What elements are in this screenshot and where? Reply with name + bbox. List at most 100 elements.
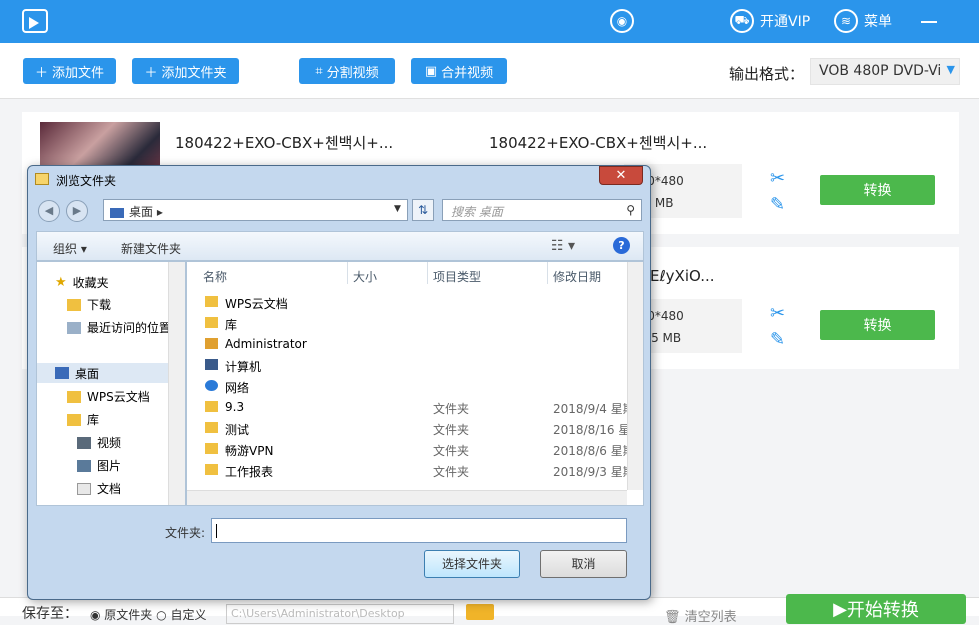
picture-library-icon: [77, 459, 91, 472]
list-item[interactable]: 测试 文件夹 2018/8/16 星: [187, 418, 630, 438]
nav-downloads[interactable]: 下载: [67, 296, 111, 313]
column-name[interactable]: 名称: [203, 268, 227, 285]
list-item[interactable]: 计算机: [187, 355, 627, 375]
refresh-button[interactable]: ⇅: [412, 199, 434, 221]
organize-menu[interactable]: 组织 ▾: [53, 240, 87, 257]
desktop-icon: [55, 367, 69, 379]
split-video-button[interactable]: ⌗ 分割视频: [299, 58, 395, 84]
download-folder-icon: [67, 298, 81, 311]
item-name: 畅游VPN: [225, 444, 274, 458]
radio-custom[interactable]: ○ 自定义: [156, 608, 206, 622]
nav-documents[interactable]: 文档: [77, 480, 121, 497]
item-type: 文件夹: [433, 465, 470, 479]
forward-button[interactable]: ▶: [66, 200, 88, 222]
folder-label: 文件夹:: [165, 526, 206, 540]
user-account-button[interactable]: ◉: [610, 8, 640, 34]
view-options-icon[interactable]: ☷ ▾: [551, 238, 575, 254]
edit-icon[interactable]: ✎: [770, 194, 785, 215]
output-format-label: 输出格式：: [729, 65, 805, 83]
nav-recent[interactable]: 最近访问的位置: [67, 319, 171, 336]
select-folder-button[interactable]: 选择文件夹: [424, 550, 520, 578]
radio-group: ◉ 原文件夹 ○ 自定义: [90, 606, 206, 623]
vertical-scrollbar[interactable]: [627, 262, 643, 490]
save-path-input[interactable]: C:\Users\Administrator\Desktop: [226, 604, 454, 624]
horizontal-scrollbar[interactable]: [187, 490, 627, 505]
merge-video-label: 合并视频: [441, 65, 494, 81]
nav-library-label: 库: [87, 413, 100, 427]
list-item[interactable]: WPS云文档: [187, 292, 627, 312]
column-divider[interactable]: [347, 262, 348, 284]
list-item[interactable]: Administrator: [187, 334, 627, 354]
cancel-button[interactable]: 取消: [540, 550, 627, 578]
start-convert-button[interactable]: ▶ 开始转换: [786, 594, 966, 624]
close-button[interactable]: ✕: [599, 166, 643, 185]
nav-videos[interactable]: 视频: [77, 434, 121, 451]
source-file-name: 180422+EXO-CBX+첸백시+...: [175, 134, 394, 152]
nav-desktop[interactable]: 桌面: [37, 363, 168, 383]
merge-video-button[interactable]: ▣ 合并视频: [411, 58, 507, 84]
list-item[interactable]: 畅游VPN 文件夹 2018/8/6 星期: [187, 439, 635, 459]
app-logo-icon: [22, 9, 48, 33]
add-file-label: 添加文件: [52, 65, 105, 81]
edit-icon[interactable]: ✎: [770, 329, 785, 350]
item-name: 计算机: [225, 360, 262, 374]
item-name: Administrator: [225, 337, 307, 351]
menu-label: 菜单: [864, 14, 892, 30]
list-item[interactable]: 网络: [187, 376, 627, 396]
arrow-right-icon: ▶: [72, 204, 82, 217]
convert-button[interactable]: 转换: [820, 175, 935, 205]
folder-icon: [205, 464, 218, 475]
browse-folder-dialog: 浏览文件夹 ✕ ◀ ▶ 桌面 ▸ ▼ ⇅ 搜索 桌面 ⚲ 组织 ▾ 新建文件夹 …: [27, 165, 651, 600]
command-bar: 组织 ▾ 新建文件夹 ☷ ▾ ?: [36, 231, 644, 261]
nav-scrollbar[interactable]: [168, 262, 185, 505]
scissors-icon[interactable]: ✂: [770, 303, 785, 324]
user-folder-icon: [205, 338, 218, 349]
add-file-button[interactable]: ＋ 添加文件: [23, 58, 116, 84]
nav-favorites[interactable]: ★ 收藏夹: [55, 274, 109, 291]
scissors-icon[interactable]: ✂: [770, 168, 785, 189]
address-bar[interactable]: 桌面 ▸: [103, 199, 408, 221]
list-item[interactable]: 库: [187, 313, 627, 333]
menu-button[interactable]: ≋ 菜单: [834, 8, 892, 34]
video-library-icon: [77, 436, 91, 449]
target-file-name: EℓyXiO...: [650, 267, 715, 285]
folder-icon: [205, 422, 218, 433]
nav-library[interactable]: 库: [67, 411, 99, 428]
nav-pictures[interactable]: 图片: [77, 457, 121, 474]
back-button[interactable]: ◀: [38, 200, 60, 222]
new-folder-button[interactable]: 新建文件夹: [121, 240, 181, 257]
nav-downloads-label: 下载: [87, 298, 112, 312]
column-type[interactable]: 项目类型: [433, 268, 481, 285]
network-icon: [205, 380, 218, 391]
address-dropdown-icon[interactable]: ▼: [394, 204, 401, 214]
nav-wps-cloud[interactable]: WPS云文档: [67, 388, 150, 405]
convert-button[interactable]: 转换: [820, 310, 935, 340]
layers-icon: ≋: [834, 9, 858, 33]
column-divider[interactable]: [427, 262, 428, 284]
folder-icon: [67, 390, 81, 403]
minimize-icon[interactable]: [921, 21, 937, 23]
vip-button[interactable]: ⛟ 开通VIP: [730, 8, 810, 34]
help-icon[interactable]: ?: [613, 237, 630, 254]
breadcrumb-arrow-icon[interactable]: ▸: [153, 205, 163, 219]
radio-source-folder[interactable]: ◉ 原文件夹: [90, 608, 152, 622]
computer-icon: [205, 359, 218, 370]
nav-videos-label: 视频: [97, 436, 122, 450]
plus-icon: ＋: [34, 65, 48, 81]
item-name: 测试: [225, 423, 250, 437]
add-folder-button[interactable]: ＋ 添加文件夹: [132, 58, 239, 84]
folder-icon[interactable]: [466, 604, 494, 620]
column-divider[interactable]: [547, 262, 548, 284]
plus-icon: ＋: [144, 65, 158, 81]
output-format-select[interactable]: VOB 480P DVD-Vi ▼: [810, 58, 960, 85]
column-size[interactable]: 大小: [353, 268, 377, 285]
list-item[interactable]: 工作报表 文件夹 2018/9/3 星期: [187, 460, 635, 480]
column-modified[interactable]: 修改日期: [553, 268, 601, 285]
address-text: 桌面: [129, 205, 154, 219]
folder-input[interactable]: [211, 518, 627, 543]
search-input[interactable]: 搜索 桌面 ⚲: [442, 199, 642, 221]
dropdown-arrow-icon: ▼: [946, 63, 955, 76]
list-item[interactable]: 9.3 文件夹 2018/9/4 星期: [187, 397, 635, 417]
navigation-pane: ★ 收藏夹 下载 最近访问的位置 桌面 WPS云文档 库 视频 图片 文档: [36, 261, 186, 506]
radio-source-label: 原文件夹: [104, 608, 153, 622]
